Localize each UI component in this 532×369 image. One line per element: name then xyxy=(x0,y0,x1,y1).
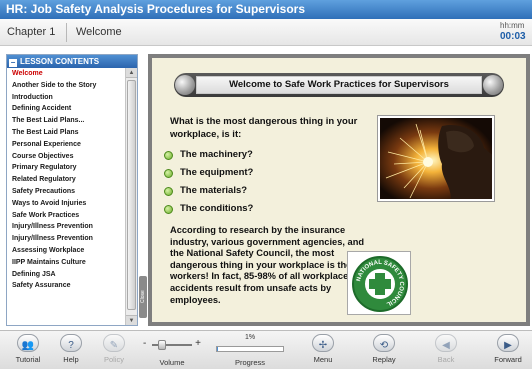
app-window: HR: Job Safety Analysis Procedures for S… xyxy=(0,0,532,369)
tutorial-label: Tutorial xyxy=(15,355,41,364)
option-item: The materials? xyxy=(163,184,353,202)
question-text: What is the most dangerous thing in your… xyxy=(170,116,358,140)
lesson-item[interactable]: Introduction xyxy=(7,92,125,104)
scroll-up-arrow-icon[interactable]: ▲ xyxy=(126,68,137,78)
collapse-minus-icon[interactable]: − xyxy=(9,59,17,67)
option-item: The machinery? xyxy=(163,148,353,166)
forward-arrow-icon: ▶ xyxy=(497,334,519,352)
lesson-item[interactable]: The Best Laid Plans... xyxy=(7,115,125,127)
slide-area: Welcome to Safe Work Practices for Super… xyxy=(152,58,526,322)
chapter-bar: Chapter 1 Welcome hh:mm 00:03 xyxy=(0,19,532,46)
lesson-item[interactable]: Injury/Illness Prevention xyxy=(7,233,125,245)
option-text: The machinery? xyxy=(180,149,253,160)
back-label: Back xyxy=(437,355,455,364)
chapter-divider xyxy=(66,23,67,42)
lesson-item[interactable]: Primary Regulatory xyxy=(7,162,125,174)
bottom-toolbar: 👥 Tutorial ? Help ✎ Policy - + Volume 1%… xyxy=(0,330,532,369)
back-button[interactable]: ◀ Back xyxy=(428,334,464,368)
option-item: The equipment? xyxy=(163,166,353,184)
green-bullet-icon xyxy=(164,187,173,196)
lesson-list: Welcome Another Side to the Story Introduc… xyxy=(7,68,125,292)
lesson-item[interactable]: Safe Work Practices xyxy=(7,210,125,222)
help-icon: ? xyxy=(60,334,82,352)
help-button[interactable]: ? Help xyxy=(53,334,89,368)
tutorial-button[interactable]: 👥 Tutorial xyxy=(10,334,46,368)
lesson-contents-title: LESSON CONTENTS xyxy=(20,57,100,66)
option-text: The materials? xyxy=(180,185,248,196)
lesson-item[interactable]: Personal Experience xyxy=(7,139,125,151)
lesson-item[interactable]: Ways to Avoid Injuries xyxy=(7,198,125,210)
replay-label: Replay xyxy=(372,355,396,364)
sidebar-collapse-tab[interactable]: Close xyxy=(139,276,147,318)
option-text: The equipment? xyxy=(180,167,254,178)
back-arrow-icon: ◀ xyxy=(435,334,457,352)
research-text: According to research by the insurance i… xyxy=(170,225,365,305)
green-bullet-icon xyxy=(164,205,173,214)
policy-button[interactable]: ✎ Policy xyxy=(96,334,132,368)
forward-label: Forward xyxy=(494,355,522,364)
scroll-thumb[interactable] xyxy=(127,80,136,310)
lesson-contents-panel: − LESSON CONTENTS Welcome Another Side to … xyxy=(6,54,138,326)
chapter-name: Welcome xyxy=(76,26,122,38)
tutorial-icon: 👥 xyxy=(17,334,39,352)
lesson-list-scrollbar[interactable]: ▲ ▼ xyxy=(125,68,137,325)
lesson-item[interactable]: IIPP Maintains Culture xyxy=(7,257,125,269)
help-label: Help xyxy=(63,355,79,364)
chapter-number: Chapter 1 xyxy=(7,26,56,38)
slide-title: Welcome to Safe Work Practices for Super… xyxy=(196,76,482,94)
welder-photo xyxy=(378,116,494,201)
nsc-seal-icon: NATIONAL SAFETY COUNCIL xyxy=(352,256,408,312)
volume-plus-icon[interactable]: + xyxy=(195,338,201,349)
national-safety-council-logo: NATIONAL SAFETY COUNCIL xyxy=(347,251,411,315)
scroll-down-arrow-icon[interactable]: ▼ xyxy=(126,315,137,325)
green-bullet-icon xyxy=(164,151,173,160)
volume-slider-knob[interactable] xyxy=(158,340,166,350)
progress-percent: 1% xyxy=(244,334,256,341)
window-title: HR: Job Safety Analysis Procedures for S… xyxy=(0,0,532,19)
forward-button[interactable]: ▶ Forward xyxy=(490,334,526,368)
menu-button[interactable]: ✢ Menu xyxy=(305,334,341,368)
policy-label: Policy xyxy=(103,355,124,364)
progress-label: Progress xyxy=(234,358,265,367)
progress-indicator: 1% Progress xyxy=(212,334,288,368)
volume-minus-icon[interactable]: - xyxy=(143,338,146,349)
replay-button[interactable]: ⟲ Replay xyxy=(366,334,402,368)
lesson-item[interactable]: Course Objectives xyxy=(7,151,125,163)
content-frame: Welcome to Safe Work Practices for Super… xyxy=(148,54,530,326)
progress-track xyxy=(216,346,284,352)
lesson-item[interactable]: Another Side to the Story xyxy=(7,80,125,92)
banner-left-cap-icon xyxy=(175,75,195,95)
policy-icon: ✎ xyxy=(103,334,125,352)
replay-icon: ⟲ xyxy=(373,334,395,352)
option-item: The conditions? xyxy=(163,202,353,220)
green-bullet-icon xyxy=(164,169,173,178)
options-list: The machinery? The equipment? The material… xyxy=(163,148,353,220)
timer-label: hh:mm xyxy=(500,21,525,30)
menu-icon: ✢ xyxy=(312,334,334,352)
progress-fill xyxy=(217,347,219,351)
volume-label: Volume xyxy=(159,358,185,367)
welder-photo-image xyxy=(380,118,492,199)
menu-label: Menu xyxy=(313,355,333,364)
lesson-item[interactable]: Assessing Workplace xyxy=(7,245,125,257)
lesson-item[interactable]: Injury/Illness Prevention xyxy=(7,221,125,233)
lesson-item[interactable]: Related Regulatory xyxy=(7,174,125,186)
volume-control[interactable]: - + Volume xyxy=(142,334,202,368)
lesson-contents-header[interactable]: − LESSON CONTENTS xyxy=(7,55,137,68)
lesson-item[interactable]: Safety Assurance xyxy=(7,280,125,292)
lesson-item[interactable]: The Best Laid Plans xyxy=(7,127,125,139)
timer-value: 00:03 xyxy=(500,31,526,42)
lesson-item[interactable]: Safety Precautions xyxy=(7,186,125,198)
option-text: The conditions? xyxy=(180,203,254,214)
banner-right-cap-icon xyxy=(483,75,503,95)
lesson-item[interactable]: Defining JSA xyxy=(7,269,125,281)
lesson-item[interactable]: Welcome xyxy=(7,68,125,80)
lesson-item[interactable]: Defining Accident xyxy=(7,103,125,115)
